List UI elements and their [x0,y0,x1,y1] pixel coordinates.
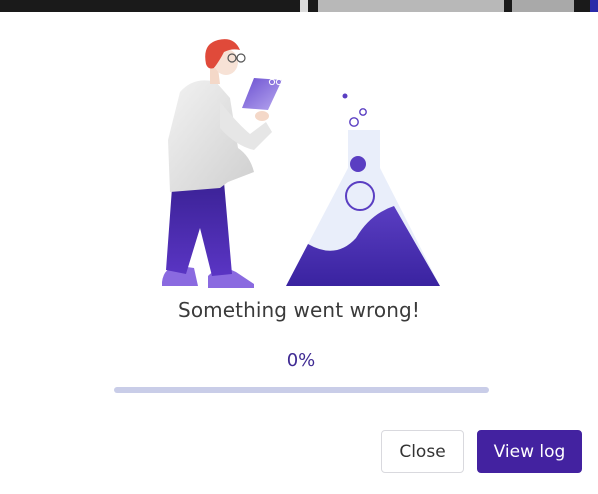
error-dialog: Something went wrong! 0% Close View log [0,12,598,494]
scientist-with-flask-illustration [162,39,440,288]
close-button[interactable]: Close [381,430,464,473]
progress-bar [114,387,489,393]
view-log-button[interactable]: View log [477,430,582,473]
background-window [0,0,598,12]
progress-percent-label: 0% [286,350,316,371]
error-message: Something went wrong! [178,298,420,322]
